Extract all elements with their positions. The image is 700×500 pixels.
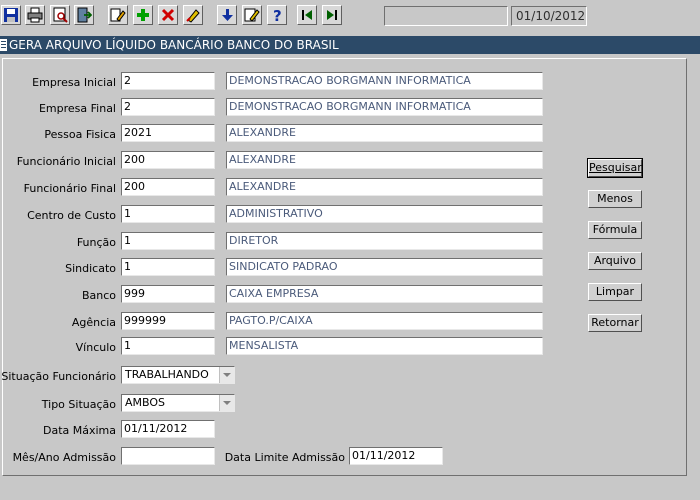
funcionario-final-desc-field[interactable]: ALEXANDRE bbox=[226, 178, 543, 196]
banco-desc-field[interactable]: CAIXA EMPRESA bbox=[226, 285, 543, 303]
funcionario-inicial-code-field[interactable]: 200 bbox=[121, 151, 215, 169]
pesquisar-button[interactable]: Pesquisar bbox=[587, 158, 643, 178]
sindicato-label: Sindicato bbox=[65, 262, 116, 275]
funcionario-final-label: Funcionário Final bbox=[23, 182, 116, 195]
vinculo-desc-field[interactable]: MENSALISTA bbox=[226, 337, 543, 355]
funcionario-final-code-field[interactable]: 200 bbox=[121, 178, 215, 196]
save-icon[interactable] bbox=[1, 5, 21, 25]
svg-text:?: ? bbox=[273, 7, 282, 23]
pessoa-fisica-code-field[interactable]: 2021 bbox=[121, 124, 215, 142]
exit-icon[interactable] bbox=[74, 5, 94, 25]
empresa-final-code-field[interactable]: 2 bbox=[121, 98, 215, 116]
empresa-inicial-desc-field[interactable]: DEMONSTRACAO BORGMANN INFORMATICA bbox=[226, 72, 543, 90]
chevron-down-icon[interactable] bbox=[219, 395, 234, 411]
agencia-label: Agência bbox=[71, 316, 116, 329]
situacao-funcionario-label: Situação Funcionário bbox=[1, 370, 116, 383]
current-date: 01/10/2012 bbox=[511, 6, 587, 26]
help-icon[interactable]: ? bbox=[267, 5, 287, 25]
formula-button[interactable]: Fórmula bbox=[588, 221, 642, 239]
chevron-down-icon[interactable] bbox=[219, 367, 234, 383]
form-icon bbox=[0, 39, 7, 51]
pessoa-fisica-label: Pessoa Fisica bbox=[44, 128, 116, 141]
banco-label: Banco bbox=[81, 289, 116, 302]
mes-ano-admissao-field[interactable] bbox=[121, 447, 215, 465]
centro-custo-desc-field[interactable]: ADMINISTRATIVO bbox=[226, 205, 543, 223]
arquivo-button[interactable]: Arquivo bbox=[588, 252, 642, 270]
clear-icon[interactable] bbox=[183, 5, 203, 25]
sindicato-code-field[interactable]: 1 bbox=[121, 258, 215, 276]
pesquisar-label: Pesquisar bbox=[589, 161, 642, 174]
data-maxima-field[interactable]: 01/11/2012 bbox=[121, 420, 215, 438]
banco-code-field[interactable]: 999 bbox=[121, 285, 215, 303]
situacao-funcionario-value: TRABALHANDO bbox=[125, 368, 209, 381]
next-icon[interactable] bbox=[322, 5, 342, 25]
limpar-button[interactable]: Limpar bbox=[588, 283, 642, 301]
data-maxima-label: Data Máxima bbox=[42, 424, 116, 437]
toolbar: ? 01/10/2012 bbox=[0, 0, 700, 32]
agencia-desc-field[interactable]: PAGTO.P/CAIXA bbox=[226, 312, 543, 330]
empresa-final-label: Empresa Final bbox=[38, 102, 116, 115]
vinculo-label: Vínculo bbox=[75, 341, 116, 354]
window-title-bar: GERA ARQUIVO LÍQUIDO BANCÁRIO BANCO DO B… bbox=[0, 36, 700, 54]
previous-icon[interactable] bbox=[297, 5, 317, 25]
menos-button[interactable]: Menos bbox=[588, 190, 642, 208]
tipo-situacao-label: Tipo Situação bbox=[41, 398, 116, 411]
tipo-situacao-value: AMBOS bbox=[125, 396, 166, 409]
query-icon[interactable] bbox=[108, 5, 128, 25]
pessoa-fisica-desc-field[interactable]: ALEXANDRE bbox=[226, 124, 543, 142]
funcionario-inicial-label: Funcionário Inicial bbox=[16, 155, 116, 168]
window-title: GERA ARQUIVO LÍQUIDO BANCÁRIO BANCO DO B… bbox=[9, 38, 339, 52]
empresa-inicial-code-field[interactable]: 2 bbox=[121, 72, 215, 90]
tipo-situacao-select[interactable]: AMBOS bbox=[121, 394, 235, 412]
funcionario-inicial-desc-field[interactable]: ALEXANDRE bbox=[226, 151, 543, 169]
edit-icon[interactable] bbox=[242, 5, 262, 25]
funcao-label: Função bbox=[76, 236, 116, 249]
print-icon[interactable] bbox=[25, 5, 45, 25]
empresa-inicial-label: Empresa Inicial bbox=[32, 76, 116, 89]
add-icon[interactable] bbox=[133, 5, 153, 25]
sindicato-desc-field[interactable]: SINDICATO PADRAO bbox=[226, 258, 543, 276]
delete-icon[interactable] bbox=[158, 5, 178, 25]
situacao-funcionario-select[interactable]: TRABALHANDO bbox=[121, 366, 235, 384]
retornar-button[interactable]: Retornar bbox=[588, 314, 642, 332]
funcao-desc-field[interactable]: DIRETOR bbox=[226, 232, 543, 250]
empresa-final-desc-field[interactable]: DEMONSTRACAO BORGMANN INFORMATICA bbox=[226, 98, 543, 116]
status-message bbox=[384, 6, 508, 26]
funcao-code-field[interactable]: 1 bbox=[121, 232, 215, 250]
vinculo-code-field[interactable]: 1 bbox=[121, 337, 215, 355]
centro-custo-label: Centro de Custo bbox=[27, 209, 116, 222]
print-preview-icon[interactable] bbox=[50, 5, 70, 25]
download-icon[interactable] bbox=[217, 5, 237, 25]
mes-ano-admissao-label: Mês/Ano Admissão bbox=[12, 451, 116, 464]
data-limite-admissao-field[interactable]: 01/11/2012 bbox=[349, 447, 443, 465]
data-limite-admissao-label: Data Limite Admissão bbox=[224, 451, 345, 464]
centro-custo-code-field[interactable]: 1 bbox=[121, 205, 215, 223]
agencia-code-field[interactable]: 999999 bbox=[121, 312, 215, 330]
